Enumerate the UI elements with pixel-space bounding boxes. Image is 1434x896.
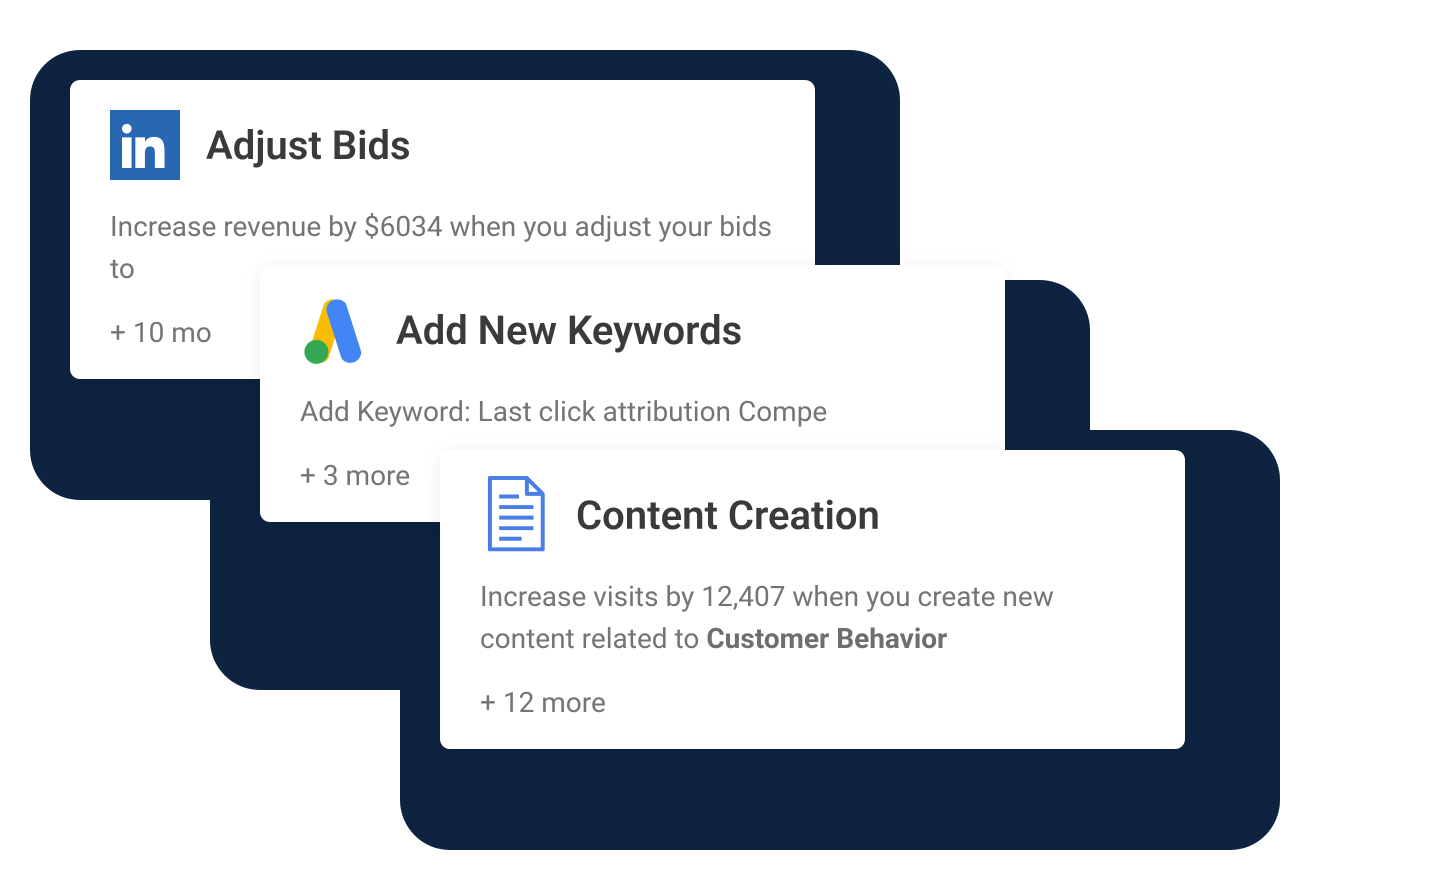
card-header: Adjust Bids [110, 110, 775, 180]
google-ads-icon [300, 295, 370, 365]
document-icon [480, 480, 550, 550]
card-description-text: Add Keyword: Last click attribution Comp… [300, 395, 827, 428]
card-description-bold: Customer Behavior [706, 622, 947, 655]
card-header: Add New Keywords [300, 295, 965, 365]
card-title: Content Creation [576, 492, 880, 539]
card-title: Adjust Bids [206, 122, 411, 169]
linkedin-icon [110, 110, 180, 180]
card-title: Add New Keywords [396, 307, 742, 354]
card-header: Content Creation [480, 480, 1145, 550]
card-description: Increase visits by 12,407 when you creat… [480, 576, 1145, 660]
card-more-link[interactable]: + 12 more [480, 686, 1145, 719]
card-content-creation[interactable]: Content Creation Increase visits by 12,4… [440, 450, 1185, 749]
card-description: Add Keyword: Last click attribution Comp… [300, 391, 965, 433]
